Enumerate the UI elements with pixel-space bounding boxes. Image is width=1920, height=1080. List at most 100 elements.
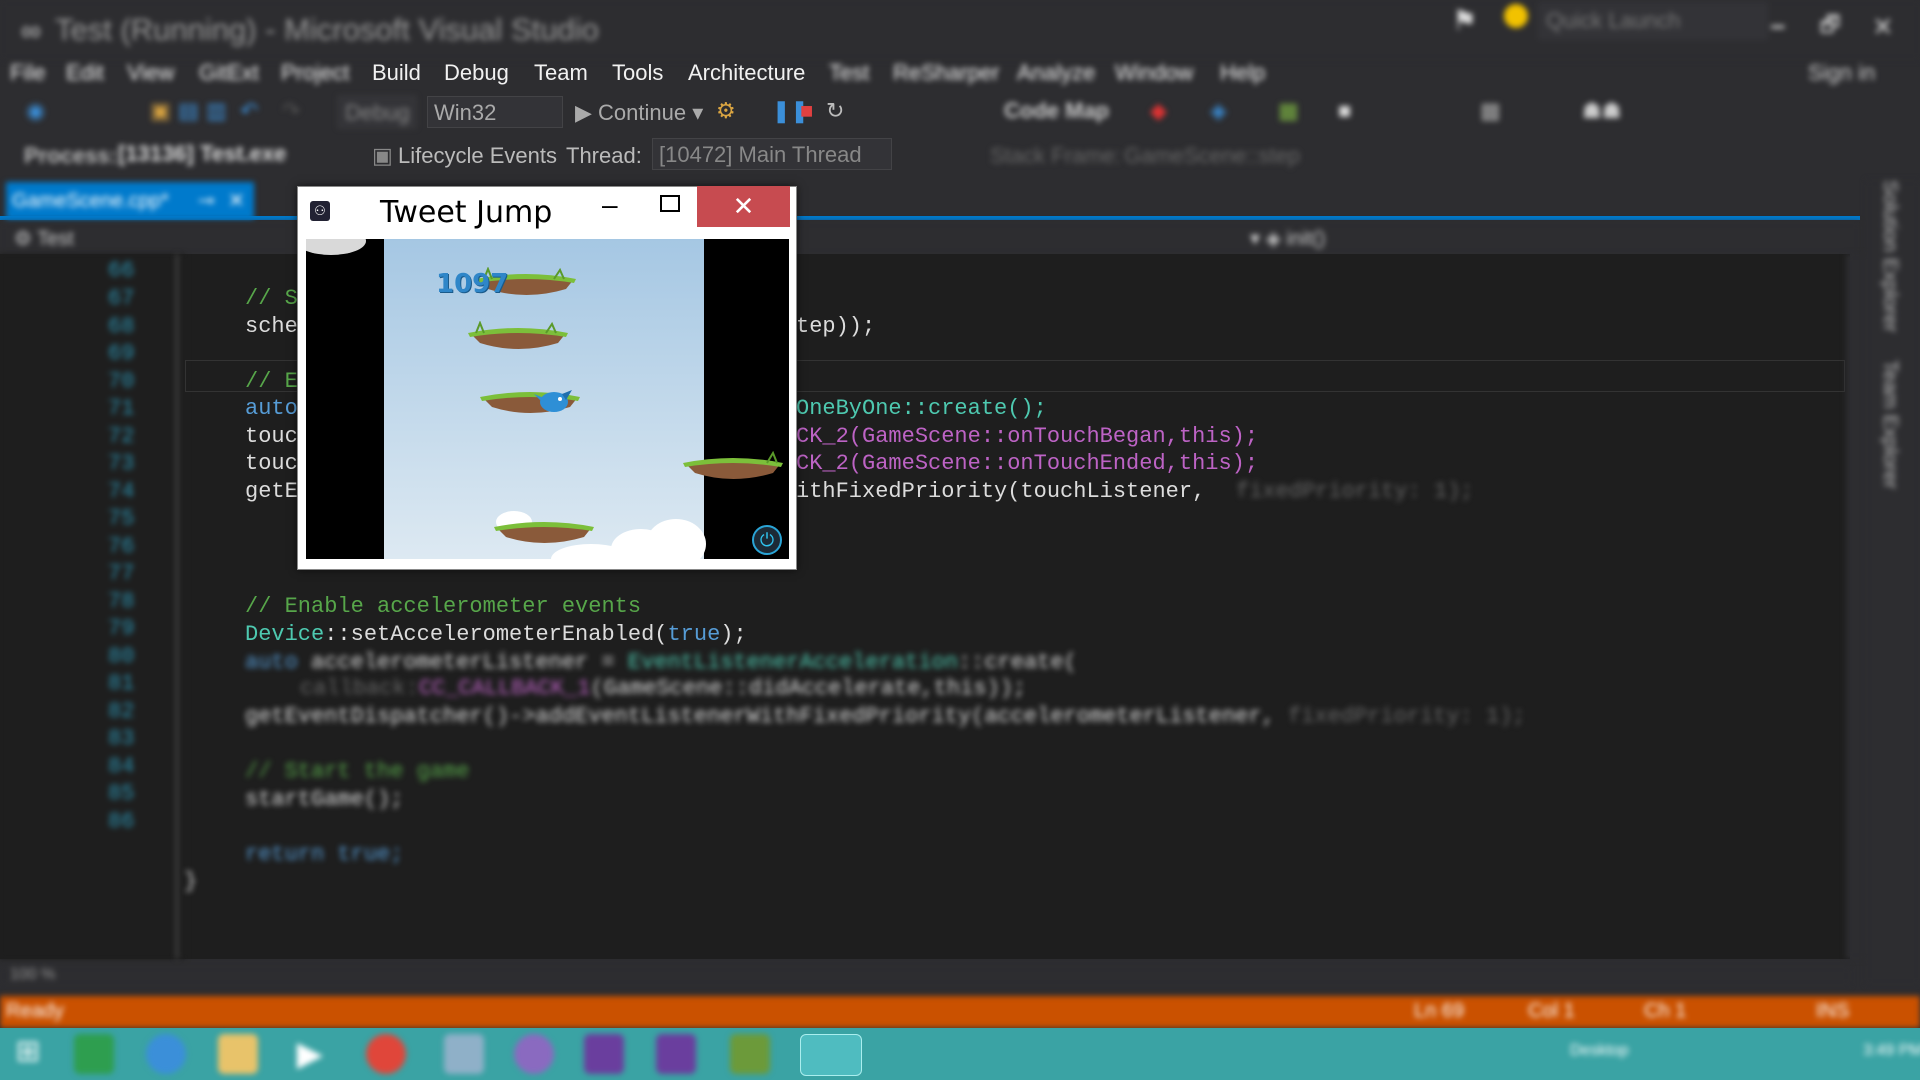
- code-line: OneByOne::create();: [796, 396, 1047, 421]
- feedback-icon[interactable]: [1504, 4, 1528, 28]
- file-explorer-icon[interactable]: [218, 1034, 258, 1074]
- solution-config-select[interactable]: Debug: [338, 96, 416, 128]
- menu-team[interactable]: Team: [534, 60, 588, 86]
- menu-debug[interactable]: Debug: [444, 60, 509, 86]
- code-token: accelerometerListener =: [311, 650, 628, 675]
- game-window-title-bar[interactable]: ⚇ Tweet Jump – ✕: [298, 186, 796, 239]
- media-player-icon[interactable]: ▶: [290, 1034, 330, 1074]
- game-app-icon[interactable]: [730, 1034, 770, 1074]
- close-button[interactable]: ✕: [697, 186, 790, 227]
- attach-icon[interactable]: ⚙: [716, 98, 736, 124]
- visual-studio-icon-2[interactable]: [656, 1034, 696, 1074]
- thread-select[interactable]: [10472] Main Thread: [652, 138, 892, 170]
- users-icon[interactable]: ☗☗: [1582, 98, 1621, 124]
- menu-build[interactable]: Build: [372, 60, 421, 86]
- code-editor[interactable]: 66 67 68 69 70 71 72 73 74 75 76 77 78 7…: [0, 254, 1850, 959]
- bookmark-icon[interactable]: ◆: [1150, 98, 1167, 124]
- member-dropdown[interactable]: ▾ ◈ init(): [1250, 226, 1325, 251]
- horizontal-scrollbar[interactable]: 100 %: [0, 966, 1850, 986]
- line-number: 80: [108, 644, 135, 669]
- code-token: true;: [337, 842, 404, 867]
- close-tab-icon[interactable]: ✕: [228, 182, 245, 220]
- menu-test[interactable]: Test: [829, 60, 869, 86]
- menu-help[interactable]: Help: [1220, 60, 1265, 86]
- menu-file[interactable]: File: [10, 60, 45, 86]
- zoom-level[interactable]: 100 %: [10, 966, 55, 984]
- stop-icon[interactable]: ■: [800, 98, 813, 124]
- tab-gamescene-cpp[interactable]: GameScene.cpp* ⊸ ✕: [6, 182, 254, 220]
- open-file-icon[interactable]: ▣: [150, 98, 171, 124]
- quick-launch-input[interactable]: Quick Launch: [1538, 2, 1768, 40]
- line-number: 73: [108, 451, 135, 476]
- line-number: 82: [108, 699, 135, 724]
- menu-project[interactable]: Project: [281, 60, 349, 86]
- save-all-icon[interactable]: ▥: [206, 98, 227, 124]
- sign-in-link[interactable]: Sign in: [1808, 60, 1875, 86]
- start-icon[interactable]: ⊞: [8, 1034, 48, 1074]
- continue-button[interactable]: ▶ Continue ▾: [575, 100, 703, 126]
- undo-icon[interactable]: ↶: [240, 98, 258, 124]
- app-icon[interactable]: [514, 1034, 554, 1074]
- tab-team-explorer[interactable]: Team Explorer: [1878, 360, 1901, 489]
- outlining-margin: [176, 254, 178, 959]
- navigate-back-icon[interactable]: ◉: [26, 98, 45, 124]
- game-canvas[interactable]: 1097 ⏻: [306, 239, 789, 559]
- menu-analyze[interactable]: Analyze: [1017, 60, 1095, 86]
- power-button-icon[interactable]: ⏻: [752, 525, 782, 555]
- visual-studio-icon[interactable]: [584, 1034, 624, 1074]
- minimize-button[interactable]: –: [602, 189, 618, 221]
- menu-edit[interactable]: Edit: [66, 60, 104, 86]
- save-icon[interactable]: ▤: [178, 98, 199, 124]
- layout-icon[interactable]: ▦: [1278, 98, 1299, 124]
- pin-icon[interactable]: ⊸: [198, 182, 215, 220]
- menu-gitext[interactable]: GitExt: [199, 60, 259, 86]
- code-token: getEventDispatcher()->addEventListenerWi…: [245, 704, 1275, 729]
- restart-icon[interactable]: ↻: [826, 98, 844, 124]
- line-number: 69: [108, 341, 135, 366]
- toggle-icon[interactable]: ■: [1338, 98, 1351, 124]
- game-app-icon[interactable]: ⚇: [310, 201, 330, 221]
- menu-window[interactable]: Window: [1115, 60, 1193, 86]
- grass-platform: [683, 451, 783, 479]
- grass-platform: [494, 522, 594, 543]
- window-controls[interactable]: 🗕 🗗 🗙: [1770, 8, 1905, 46]
- notifications-icon[interactable]: ⚑: [1452, 4, 1477, 37]
- code-line: // Start the game: [245, 759, 470, 784]
- project-dropdown[interactable]: ⚙ Test: [14, 226, 74, 251]
- document-icon[interactable]: [444, 1034, 484, 1074]
- code-token: (GameScene::didAccelerate,this));: [590, 676, 1027, 701]
- tweet-jump-taskbar-icon[interactable]: [800, 1034, 862, 1076]
- lifecycle-events-button[interactable]: Lifecycle Events: [398, 143, 557, 169]
- code-map-button[interactable]: Code Map: [1004, 98, 1109, 124]
- tab-solution-explorer[interactable]: Solution Explorer: [1878, 180, 1901, 332]
- maximize-button[interactable]: [660, 195, 680, 212]
- menu-view[interactable]: View: [127, 60, 174, 86]
- process-select[interactable]: [13136] Test.exe: [112, 138, 362, 170]
- excel-icon[interactable]: [74, 1034, 114, 1074]
- code-token: CC_CALLBACK_1: [418, 676, 591, 701]
- stack-frame-select[interactable]: GameScene::step: [1124, 143, 1300, 169]
- menu-architecture[interactable]: Architecture: [688, 60, 805, 86]
- code-token: EventListenerAcceleration: [627, 650, 958, 675]
- redo-icon[interactable]: ↷: [282, 98, 300, 124]
- chrome-icon[interactable]: [366, 1034, 406, 1074]
- menu-resharper[interactable]: ReSharper: [893, 60, 999, 86]
- clock[interactable]: 3:49 PM: [1863, 1042, 1920, 1059]
- continue-label: Continue: [598, 100, 687, 125]
- visual-studio-logo-icon: ∞: [21, 15, 41, 46]
- line-number: 70: [108, 369, 135, 394]
- taskbar: ⊞ ▶ Desktop 3:49 PM: [0, 1028, 1920, 1080]
- desktop-toolbar-label[interactable]: Desktop: [1570, 1042, 1629, 1059]
- line-number: 79: [108, 616, 135, 641]
- ie-icon[interactable]: [146, 1034, 186, 1074]
- window-title: Test (Running) - Microsoft Visual Studio: [55, 12, 599, 47]
- code-line: return true;: [245, 842, 403, 867]
- format-icon[interactable]: ▩: [1480, 98, 1501, 124]
- parameter-hint: fixedPriority: 1);: [1236, 479, 1474, 504]
- vertical-scrollbar[interactable]: [1846, 254, 1866, 959]
- menu-tools[interactable]: Tools: [612, 60, 663, 86]
- title-bar: ∞ Test (Running) - Microsoft Visual Stud…: [0, 0, 1920, 60]
- find-icon[interactable]: ◈: [1210, 98, 1227, 124]
- platform-select[interactable]: Win32: [427, 96, 563, 128]
- char-indicator: Ch 1: [1644, 1000, 1687, 1022]
